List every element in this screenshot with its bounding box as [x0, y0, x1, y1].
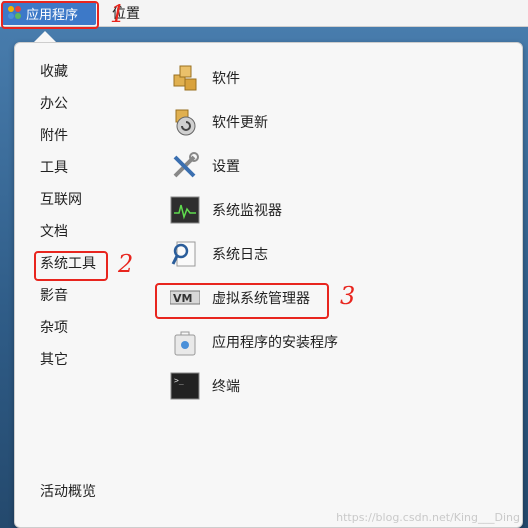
- app-terminal[interactable]: >_ 终端: [170, 369, 240, 403]
- annotation-box-3: [155, 283, 329, 319]
- annotation-number-2: 2: [118, 250, 134, 278]
- app-software[interactable]: 软件: [170, 61, 240, 95]
- category-office[interactable]: 办公: [40, 94, 68, 114]
- app-software-update-label: 软件更新: [212, 115, 268, 131]
- app-system-monitor[interactable]: 系统监视器: [170, 193, 282, 227]
- software-update-icon: [170, 107, 200, 137]
- app-system-log[interactable]: 系统日志: [170, 237, 268, 271]
- annotation-box-2: [34, 251, 108, 281]
- terminal-icon: >_: [170, 371, 200, 401]
- system-log-icon: [170, 239, 200, 269]
- app-software-label: 软件: [212, 71, 240, 87]
- svg-text:>_: >_: [174, 376, 184, 385]
- category-utilities[interactable]: 工具: [40, 158, 68, 178]
- activities-overview[interactable]: 活动概览: [40, 482, 96, 502]
- app-installer-icon: [170, 327, 200, 357]
- category-other[interactable]: 其它: [40, 350, 68, 370]
- app-installer[interactable]: 应用程序的安装程序: [170, 325, 338, 359]
- category-favorites[interactable]: 收藏: [40, 62, 68, 82]
- app-settings-label: 设置: [212, 159, 240, 175]
- app-software-update[interactable]: 软件更新: [170, 105, 268, 139]
- category-sound-video[interactable]: 影音: [40, 286, 68, 306]
- menu-pointer-arrow: [34, 31, 56, 42]
- app-settings[interactable]: 设置: [170, 149, 240, 183]
- category-sundry[interactable]: 杂项: [40, 318, 68, 338]
- annotation-number-3: 3: [340, 282, 356, 310]
- app-system-log-label: 系统日志: [212, 247, 268, 263]
- app-system-monitor-label: 系统监视器: [212, 203, 282, 219]
- category-accessories[interactable]: 附件: [40, 126, 68, 146]
- app-installer-label: 应用程序的安装程序: [212, 335, 338, 351]
- system-monitor-icon: [170, 195, 200, 225]
- category-documents[interactable]: 文档: [40, 222, 68, 242]
- software-icon: [170, 63, 200, 93]
- watermark: https://blog.csdn.net/King___Ding: [336, 511, 520, 524]
- app-terminal-label: 终端: [212, 379, 240, 395]
- annotation-box-1: [1, 1, 99, 29]
- category-internet[interactable]: 互联网: [40, 190, 82, 210]
- settings-icon: [170, 151, 200, 181]
- annotation-number-1: 1: [110, 0, 126, 28]
